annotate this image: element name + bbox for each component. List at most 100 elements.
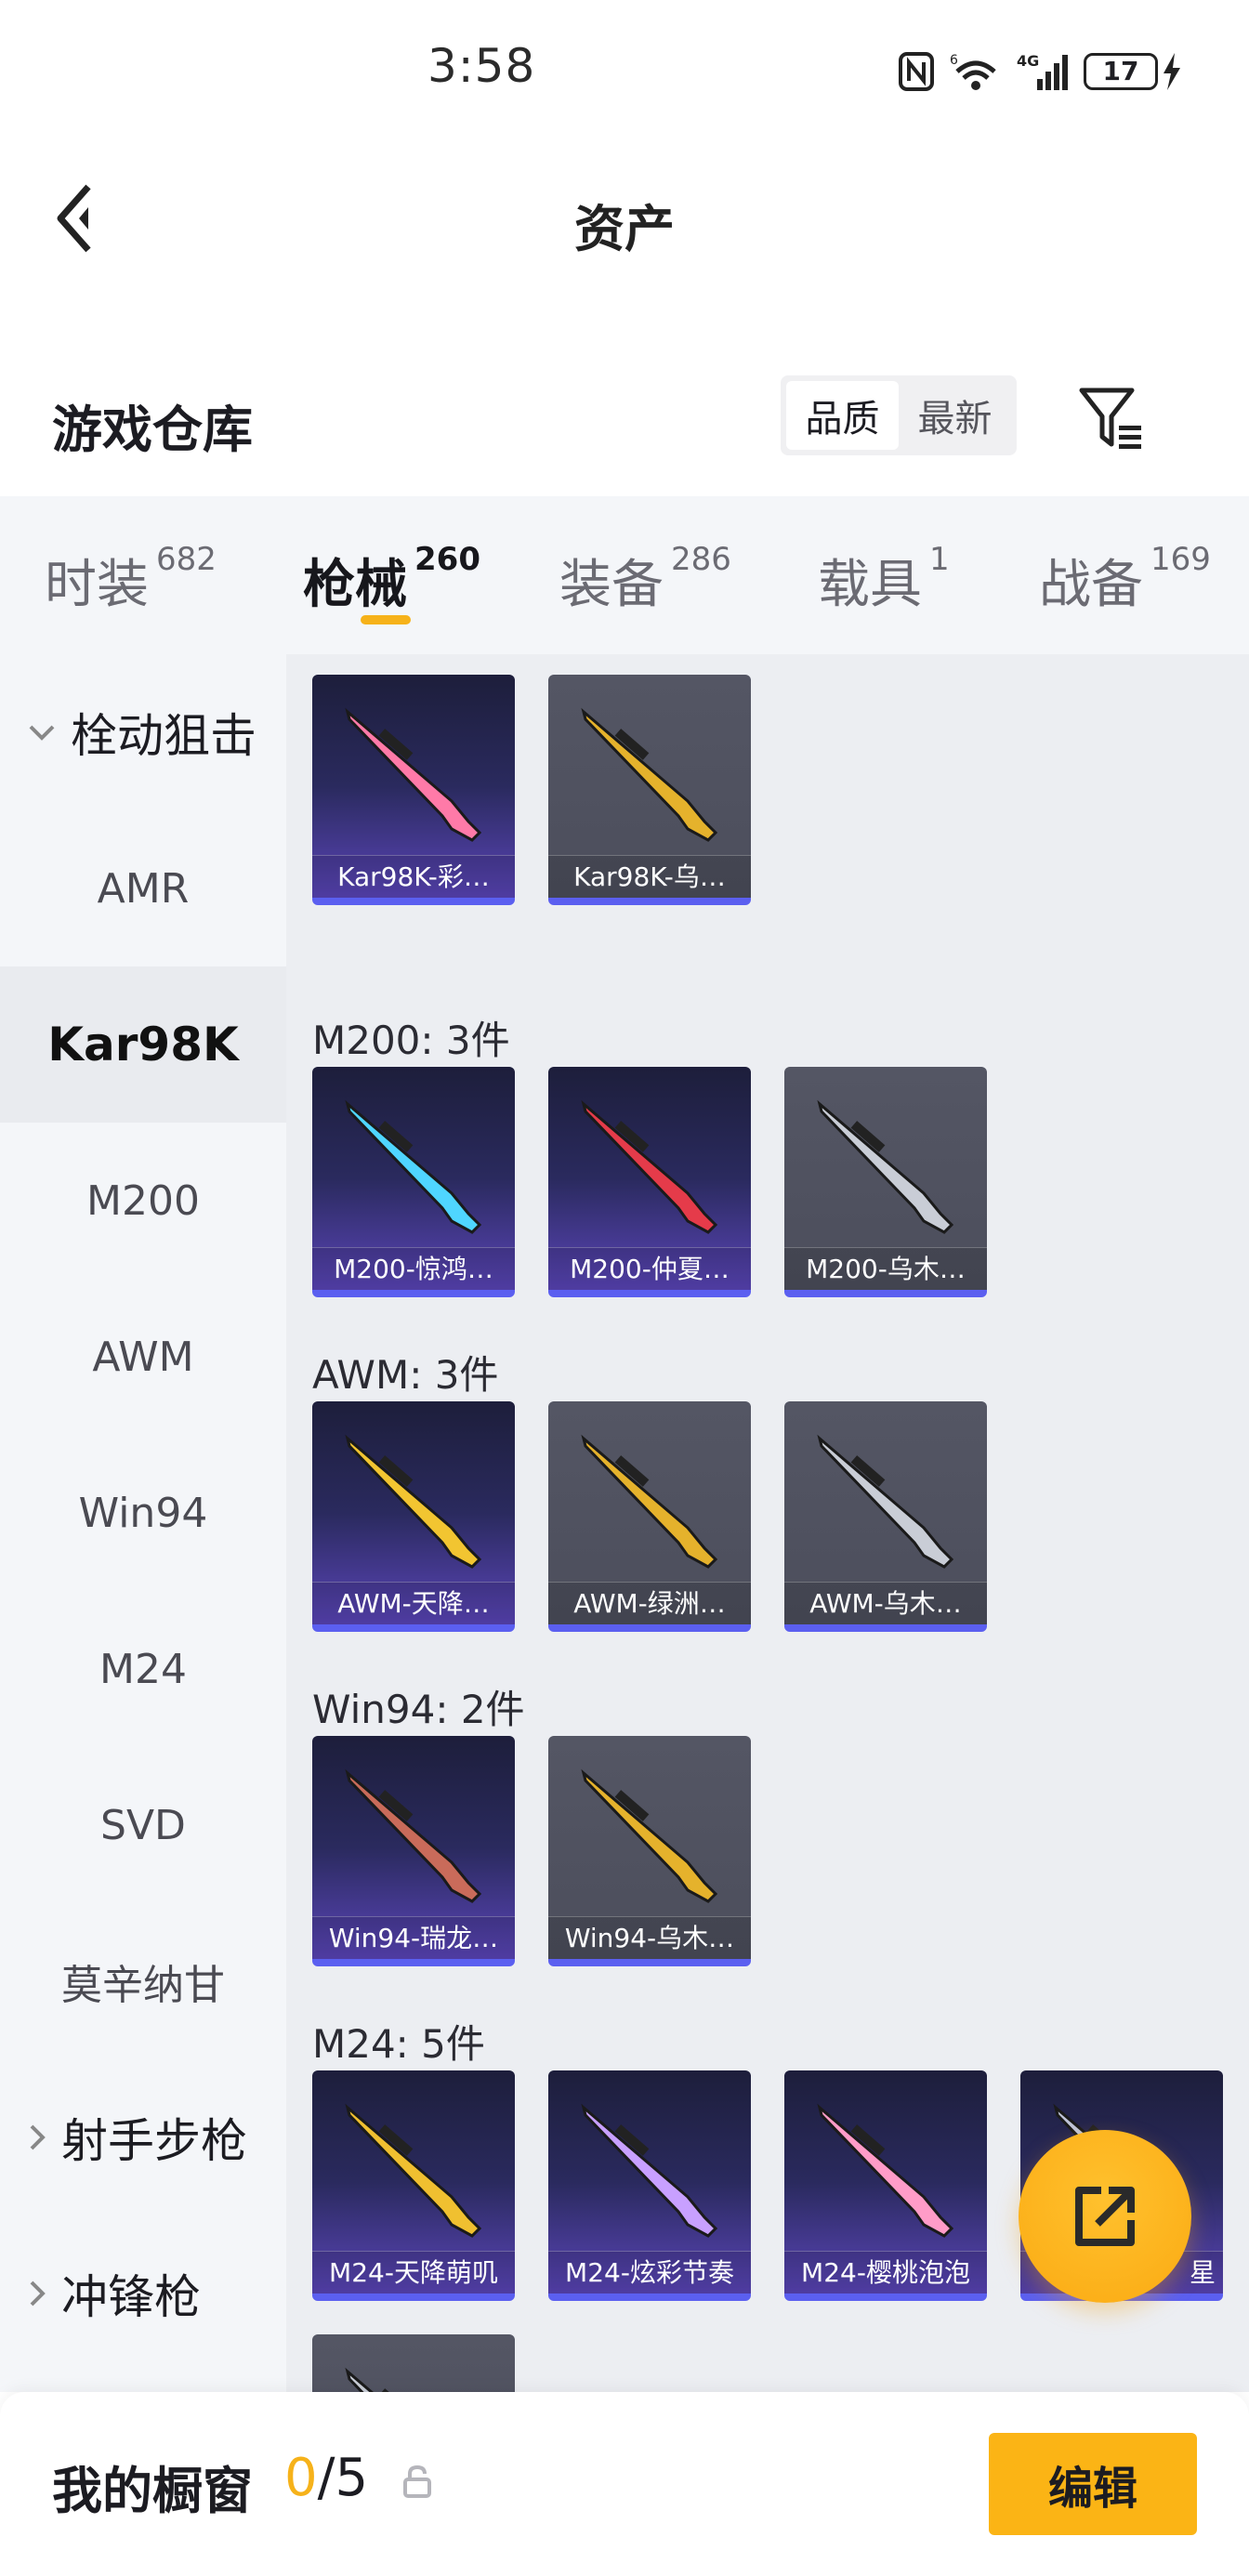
skin-card-name: Kar98K-彩… [312,855,515,898]
rifle-icon [817,2103,954,2238]
tab-supplies[interactable]: 战备 169 [1039,541,1211,618]
section-label: Win94: 2件 [312,1687,525,1732]
tab-count: 169 [1150,541,1211,578]
skin-card-name: Kar98K-乌… [548,855,751,898]
rifle-icon [345,2367,414,2392]
rifle-icon [581,707,718,842]
chevron-down-icon [28,723,56,742]
tab-label: 时装 [45,555,149,615]
skin-card[interactable]: M200-惊鸿… [312,1067,515,1297]
weapon-sidebar: 栓动狙击 AMR Kar98K M200 AWM Win94 M24 SVD 莫… [0,654,286,2392]
rifle-icon [581,1768,718,1903]
tab-vehicles[interactable]: 载具 1 [818,541,950,618]
sidebar-item-kar98k[interactable]: Kar98K [0,966,286,1123]
share-button[interactable] [1019,2130,1191,2303]
sidebar-group-label: 射手步枪 [61,2114,247,2168]
tab-label: 战备 [1039,555,1143,615]
skin-card-name: M24-炫彩节奏 [548,2251,751,2293]
sidebar-item-svd[interactable]: SVD [0,1747,286,1903]
chevron-right-icon [28,2123,46,2151]
showcase-bar: 我的橱窗 0/5 编辑 [0,2392,1249,2576]
rifle-icon [345,1434,482,1569]
skin-card-name: AWM-绿洲… [548,1582,751,1624]
edit-button[interactable]: 编辑 [989,2433,1197,2535]
skin-card[interactable]: Kar98K-彩… [312,675,515,905]
sidebar-group-label: 冲锋枪 [61,2270,201,2324]
skin-card-name: Win94-乌木… [548,1916,751,1959]
wifi-icon: 6 [950,53,996,90]
sidebar-item-mosin-nagant[interactable]: 莫辛纳甘 [0,1903,286,2059]
cellular-signal-icon: 4G [1017,52,1068,90]
status-time: 3:58 [427,39,536,93]
sort-by-quality[interactable]: 品质 [786,381,899,450]
skin-card[interactable]: M24-天降萌叽 [312,2070,515,2301]
showcase-title: 我的橱窗 [52,2462,253,2520]
page-title: 资产 [574,200,675,258]
sidebar-item-m200[interactable]: M200 [0,1123,286,1279]
status-icons: 6 4G 17 [898,48,1182,95]
filter-button[interactable] [1076,383,1147,453]
tab-count: 286 [671,541,731,578]
showcase-count: 0/5 [284,2448,368,2508]
skin-card[interactable] [312,2334,515,2392]
status-bar: 3:58 6 4G 17 [0,0,1249,139]
rifle-icon [581,2103,718,2238]
active-tab-indicator [361,615,411,624]
sidebar-item-m24[interactable]: M24 [0,1591,286,1747]
sidebar-group-label: 栓动狙击 [71,709,256,763]
skin-card-name: M200-乌木… [784,1247,987,1290]
lock-icon [403,2464,431,2498]
sidebar-item-win94[interactable]: Win94 [0,1435,286,1591]
sidebar-item-awm[interactable]: AWM [0,1279,286,1435]
skin-card-name: M200-惊鸿… [312,1247,515,1290]
charging-bolt-icon [1164,53,1180,90]
tab-label: 枪械 [303,555,407,615]
skin-card-name: M200-仲夏… [548,1247,751,1290]
battery-level: 17 [1084,53,1158,90]
tab-firearms[interactable]: 枪械 260 [303,541,480,618]
skin-card[interactable]: Kar98K-乌… [548,675,751,905]
section-label: M24: 5件 [312,2021,485,2067]
skin-card[interactable]: M200-乌木… [784,1067,987,1297]
skin-card[interactable]: Win94-乌木… [548,1736,751,1966]
tab-equipment[interactable]: 装备 286 [559,541,731,618]
skin-card[interactable]: AWM-天降… [312,1401,515,1632]
tab-costumes[interactable]: 时装 682 [45,541,217,618]
skin-card-name: AWM-天降… [312,1582,515,1624]
showcase-used: 0 [284,2448,318,2508]
rifle-icon [345,1099,482,1234]
skin-card[interactable]: AWM-绿洲… [548,1401,751,1632]
sidebar-group-dmr[interactable]: 射手步枪 [0,2059,286,2215]
skin-card-name: AWM-乌木… [784,1582,987,1624]
sidebar-group-smg[interactable]: 冲锋枪 [0,2215,286,2372]
skin-card-name: Win94-瑞龙… [312,1916,515,1959]
category-tabs: 时装 682 枪械 260 装备 286 载具 1 战备 169 [0,496,1249,654]
warehouse-title: 游戏仓库 [52,401,253,459]
battery-indicator: 17 [1084,53,1182,90]
sidebar-item-amr[interactable]: AMR [0,810,286,966]
tab-label: 装备 [559,555,664,615]
rifle-icon [581,1434,718,1569]
tab-label: 载具 [818,555,922,615]
section-label: AWM: 3件 [312,1352,499,1398]
nfc-icon [899,52,934,91]
skin-card[interactable]: M24-炫彩节奏 [548,2070,751,2301]
header: 资产 [0,139,1249,297]
tab-count: 682 [156,541,217,578]
chevron-right-icon [28,2280,46,2307]
network-type: 4G [1017,52,1039,70]
skin-card[interactable]: M24-樱桃泡泡 [784,2070,987,2301]
skin-card[interactable]: Win94-瑞龙… [312,1736,515,1966]
rifle-icon [817,1099,954,1234]
rifle-icon [581,1099,718,1234]
sidebar-group-bolt-action[interactable]: 栓动狙击 [0,654,286,810]
rifle-icon [345,2103,482,2238]
skin-card-name: M24-樱桃泡泡 [784,2251,987,2293]
sort-by-newest[interactable]: 最新 [899,381,1011,450]
tab-count: 1 [929,541,950,578]
skin-card[interactable]: AWM-乌木… [784,1401,987,1632]
filter-icon [1079,388,1141,449]
rifle-icon [345,1768,482,1903]
skin-card[interactable]: M200-仲夏… [548,1067,751,1297]
assets-page: 3:58 6 4G 17 资产 游戏仓库 品质 最新 时装 682 枪械 260… [0,0,1249,2576]
